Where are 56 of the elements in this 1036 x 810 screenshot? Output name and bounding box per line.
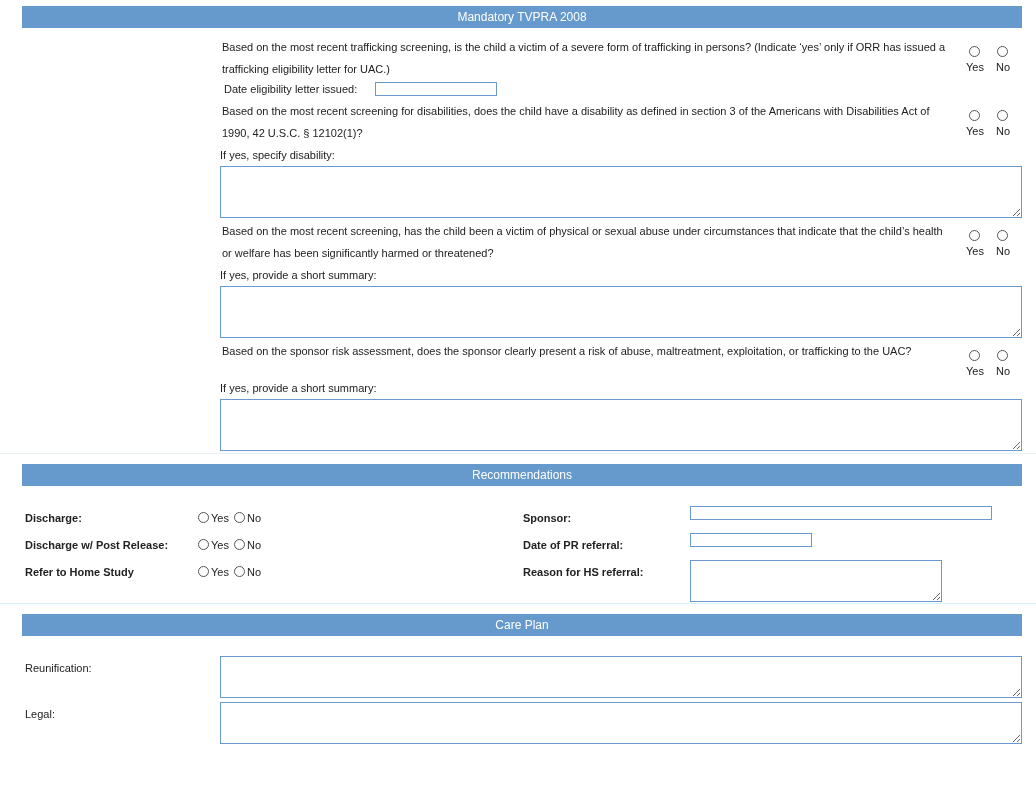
field-label: Reunification: xyxy=(25,661,93,674)
field-label: Refer to Home Study xyxy=(25,565,135,578)
field-label: Date eligibility letter issued: xyxy=(224,83,358,95)
field-label: Reason for HS referral: xyxy=(523,565,645,578)
question-text: Based on the sponsor risk assessment, does the sponsor clearly present a risk of abuse, maltreatment, exploitation, or trafficking to the UAC? xyxy=(221,344,913,359)
field-label: Legal: xyxy=(25,707,56,720)
field-label: If yes, provide a short summary: xyxy=(220,268,378,283)
radio-button[interactable] xyxy=(969,230,981,241)
option-label: Yes xyxy=(966,61,984,73)
radio-button[interactable] xyxy=(198,565,209,577)
radio-button[interactable] xyxy=(997,230,1009,241)
text-area[interactable] xyxy=(220,656,1022,698)
section-header: Care Plan xyxy=(22,614,1022,636)
option-label: No xyxy=(995,61,1010,73)
radio-button[interactable] xyxy=(969,46,981,57)
radio-button[interactable] xyxy=(997,350,1009,361)
field-label: Sponsor: xyxy=(523,511,573,524)
option-label: Yes xyxy=(211,565,229,578)
option-label: Yes xyxy=(966,245,984,257)
radio-button[interactable] xyxy=(969,350,981,361)
section-header: Recommendations xyxy=(22,464,1022,486)
option-label: No xyxy=(995,125,1010,137)
field-label: If yes, specify disability: xyxy=(220,148,336,163)
text-input[interactable] xyxy=(690,506,992,520)
option-label: No xyxy=(995,365,1010,377)
field-label: Date of PR referral: xyxy=(523,538,625,551)
option-label: No xyxy=(246,538,261,551)
option-label: Yes xyxy=(966,365,984,377)
text-area[interactable] xyxy=(220,702,1022,744)
option-label: Yes xyxy=(966,125,984,137)
option-label: No xyxy=(246,511,261,524)
option-label: No xyxy=(995,245,1010,257)
option-label: No xyxy=(246,565,261,578)
option-label: Yes xyxy=(211,538,229,551)
date-input[interactable] xyxy=(690,533,812,547)
radio-button[interactable] xyxy=(233,538,245,550)
field-label: Discharge w/ Post Release: xyxy=(25,538,170,551)
field-label: If yes, provide a short summary: xyxy=(220,381,378,396)
field-label: Discharge: xyxy=(25,511,83,524)
question-text: Based on the most recent screening for disabilities, does the child have a disability as defined in section 3 of the Americans with Disabilities Act of 1990, 42 U.S.C. § 12102(1)? xyxy=(221,104,931,141)
text-area[interactable] xyxy=(220,166,1022,218)
option-label: Yes xyxy=(211,511,229,524)
section-header: Mandatory TVPRA 2008 xyxy=(22,6,1022,28)
question-text: Based on the most recent trafficking screening, is the child a victim of a severe form of trafficking in persons? (Indicate ‘yes’ only if ORR has issued a trafficking eligibility letter for UAC.) xyxy=(221,40,947,77)
radio-button[interactable] xyxy=(233,511,245,523)
text-area[interactable] xyxy=(690,560,942,602)
date-input[interactable] xyxy=(375,82,498,96)
radio-button[interactable] xyxy=(997,110,1009,121)
text-area[interactable] xyxy=(220,286,1022,338)
radio-button[interactable] xyxy=(198,511,209,523)
radio-button[interactable] xyxy=(969,110,981,121)
radio-button[interactable] xyxy=(198,538,209,550)
question-text: Based on the most recent screening, has the child been a victim of physical or sexual abuse under circumstances that indicate that the child’s health or welfare has been significantly harmed or threatened? xyxy=(221,224,944,261)
radio-button[interactable] xyxy=(233,565,245,577)
text-area[interactable] xyxy=(220,399,1022,451)
radio-button[interactable] xyxy=(997,46,1009,57)
